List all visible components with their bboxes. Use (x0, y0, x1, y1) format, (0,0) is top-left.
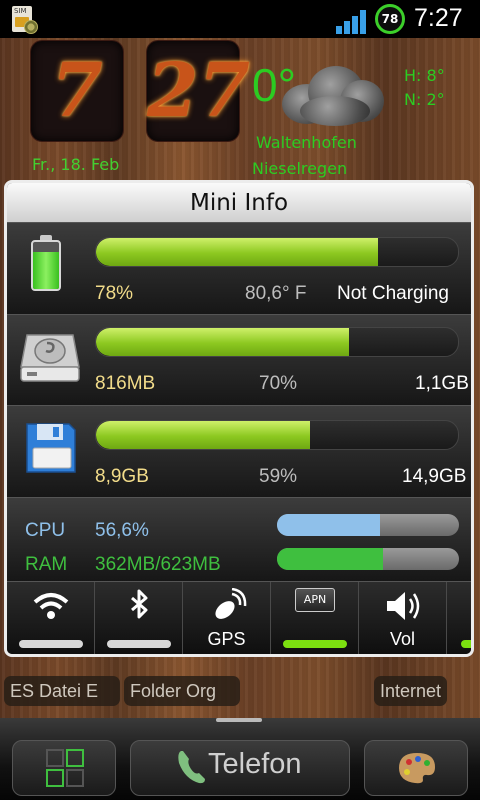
volume-label: Vol (389, 629, 416, 649)
es-datei-shortcut[interactable]: ES Datei E (4, 676, 120, 706)
weather-condition: Nieselregen (252, 159, 348, 178)
wifi-icon (33, 593, 69, 619)
battery-row[interactable]: 78% 80,6° F Not Charging (7, 222, 471, 315)
ram-usage-bar (277, 548, 459, 570)
signal-strength-icon (336, 8, 372, 34)
hard-drive-icon (20, 334, 80, 382)
bluetooth-icon (131, 589, 148, 619)
ram-value: 362MB/623MB (95, 554, 221, 575)
cpu-value: 56,6% (95, 520, 149, 541)
ram-label: RAM (25, 554, 68, 575)
paint-palette-icon (399, 753, 435, 784)
weather-high: H: 8° (404, 66, 445, 85)
sd-card-bar (95, 420, 459, 450)
app-grid-icon (46, 749, 84, 787)
apn-toggle[interactable]: APN (271, 582, 359, 654)
clock-minute-tile[interactable]: 27 (146, 40, 250, 142)
sd-used-percent: 59% (259, 466, 298, 487)
mini-info-widget: Mini Info 78% 80,6° F Not Charging 816MB… (4, 180, 474, 657)
status-clock: 7:27 (414, 4, 463, 32)
date-label: Fr., 18. Feb (32, 155, 120, 174)
more-toggle[interactable] (447, 582, 471, 654)
internal-storage-bar (95, 327, 459, 357)
rain-cloud-icon (282, 62, 384, 132)
internal-total: 1,1GB (415, 373, 469, 394)
phone-icon (178, 751, 205, 784)
cpu-ram-row[interactable]: CPU 56,6% RAM 362MB/623MB (7, 497, 471, 582)
sd-free: 8,9GB (95, 466, 149, 487)
app-drawer-button[interactable] (12, 740, 116, 796)
apn-icon: APN (295, 588, 335, 612)
clock-hour-tile[interactable]: 7 (30, 40, 124, 142)
cpu-label: CPU (25, 520, 66, 541)
sd-card-row[interactable]: 8,9GB 59% 14,9GB (7, 405, 471, 498)
folder-organizer-shortcut[interactable]: Folder Org (124, 676, 240, 706)
battery-level-badge: 78 (375, 4, 405, 34)
weather-location: Waltenhofen (256, 133, 357, 152)
internal-storage-row[interactable]: 816MB 70% 1,1GB (7, 314, 471, 406)
battery-level-bar (95, 237, 459, 267)
sd-total: 14,9GB (402, 466, 467, 487)
battery-status: Not Charging (337, 283, 449, 304)
speaker-icon (387, 592, 420, 620)
floppy-disk-icon (26, 423, 76, 473)
bluetooth-toggle[interactable] (95, 582, 183, 654)
bluetooth-indicator (107, 640, 171, 648)
battery-icon (31, 235, 61, 291)
gps-toggle[interactable]: GPS (183, 582, 271, 654)
battery-temperature: 80,6° F (245, 283, 307, 304)
internal-used-percent: 70% (259, 373, 298, 394)
more-indicator (461, 640, 471, 648)
cpu-usage-bar (277, 514, 459, 536)
weather-low: N: 2° (404, 90, 445, 109)
phone-label: Telefon (208, 748, 302, 780)
satellite-icon (215, 588, 247, 619)
status-bar: SIM 78 7:27 (0, 0, 480, 38)
dock-handle[interactable] (216, 718, 262, 722)
apn-indicator (283, 640, 347, 648)
battery-percent: 78% (95, 283, 134, 304)
gps-label: GPS (207, 629, 246, 649)
toggle-bar: GPS APN Vol (7, 581, 471, 654)
internet-shortcut[interactable]: Internet (374, 676, 448, 706)
settings-gear-icon (24, 20, 38, 34)
mini-info-title: Mini Info (7, 183, 471, 222)
volume-toggle[interactable]: Vol (359, 582, 447, 654)
wifi-toggle[interactable] (7, 582, 95, 654)
theme-button[interactable] (364, 740, 468, 796)
internal-free: 816MB (95, 373, 156, 394)
wifi-indicator (19, 640, 83, 648)
